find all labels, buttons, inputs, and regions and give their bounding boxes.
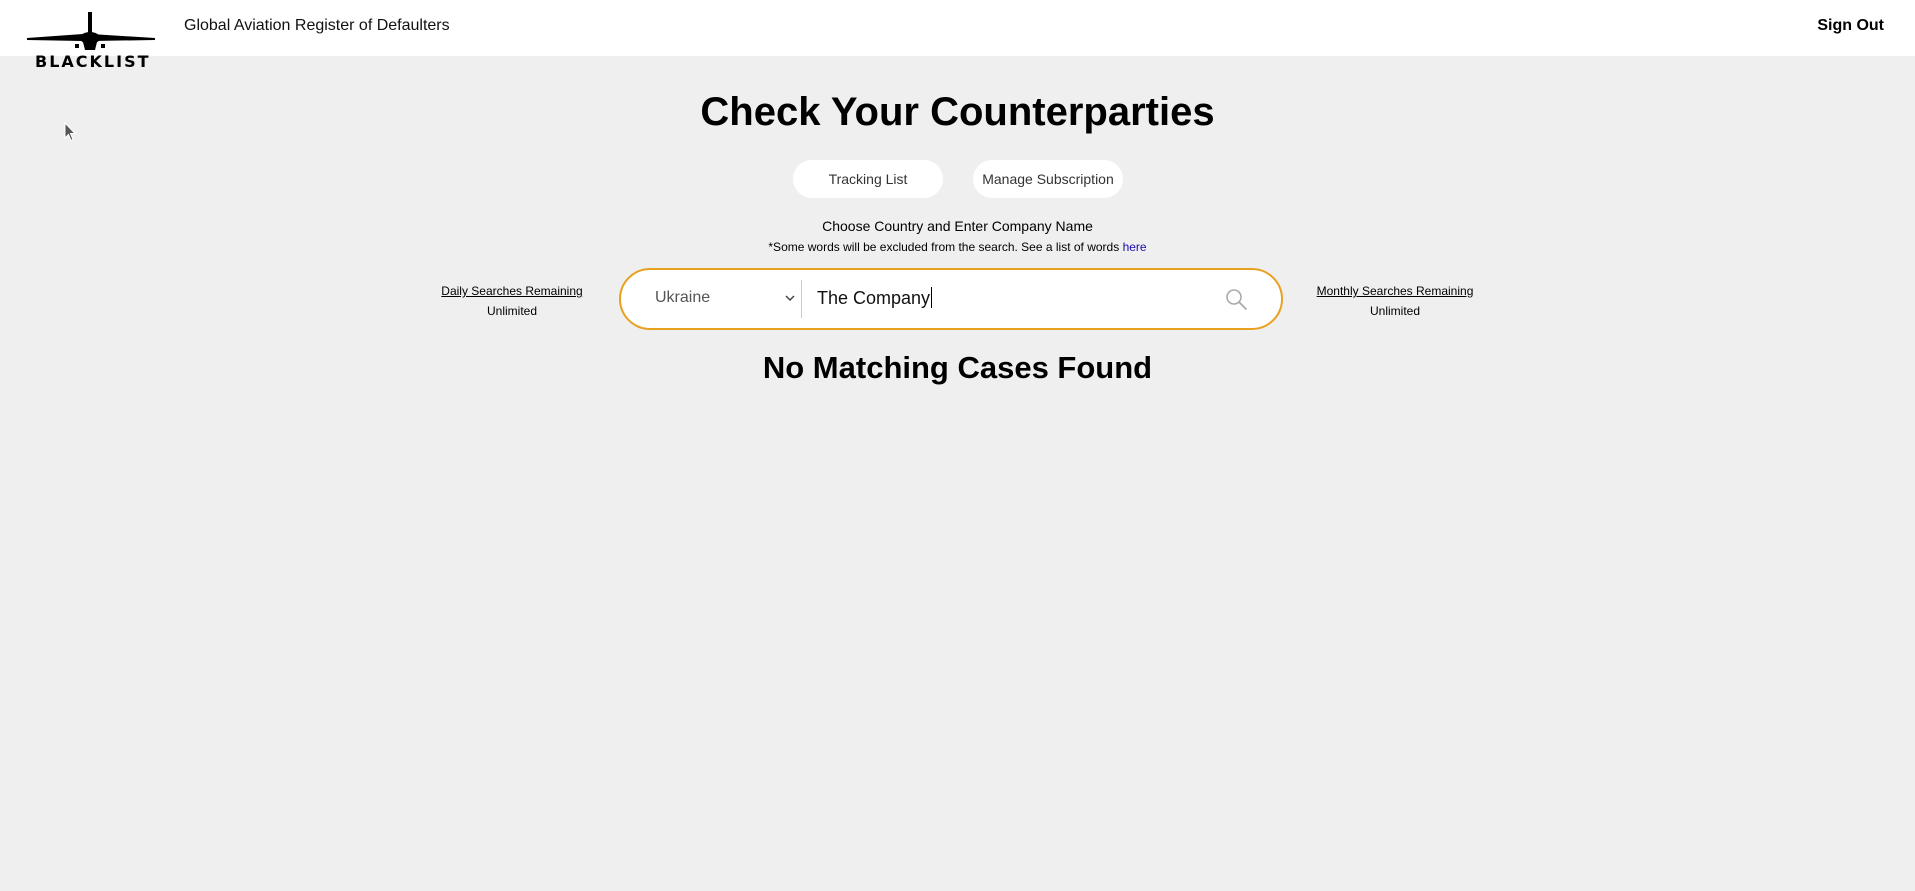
excluded-words-link[interactable]: here [1123, 240, 1147, 254]
blacklist-logo[interactable]: BLACKLIST [25, 10, 157, 74]
search-divider [801, 280, 802, 318]
search-instruction: Choose Country and Enter Company Name [822, 218, 1093, 234]
search-bar: Ukraine The Company [619, 268, 1283, 330]
airplane-icon [27, 12, 155, 50]
note-text: *Some words will be excluded from the se… [768, 240, 1120, 254]
text-caret [931, 287, 933, 308]
daily-searches-label[interactable]: Daily Searches Remaining [412, 281, 612, 301]
chevron-down-icon [785, 295, 795, 302]
search-result-message: No Matching Cases Found [762, 350, 1153, 385]
page-title: Check Your Counterparties [700, 90, 1215, 134]
site-header: BLACKLIST Global Aviation Register of De… [0, 0, 1915, 71]
country-select[interactable]: Ukraine [621, 270, 801, 328]
tracking-list-button[interactable]: Tracking List [793, 160, 943, 198]
logo-text: BLACKLIST [35, 52, 151, 71]
monthly-searches-counter: Monthly Searches Remaining Unlimited [1295, 281, 1495, 321]
excluded-words-note: *Some words will be excluded from the se… [0, 240, 1915, 254]
country-value: Ukraine [655, 289, 711, 306]
daily-searches-value: Unlimited [486, 304, 537, 318]
company-name-value: The Company [817, 288, 931, 308]
site-title: Global Aviation Register of Defaulters [184, 17, 450, 34]
sign-out-link[interactable]: Sign Out [1817, 17, 1884, 35]
manage-subscription-button[interactable]: Manage Subscription [973, 160, 1123, 198]
search-icon[interactable] [1224, 287, 1248, 311]
daily-searches-counter: Daily Searches Remaining Unlimited [412, 281, 612, 321]
monthly-searches-value: Unlimited [1369, 304, 1420, 318]
company-name-input[interactable]: The Company [817, 287, 933, 309]
monthly-searches-label[interactable]: Monthly Searches Remaining [1295, 281, 1495, 301]
